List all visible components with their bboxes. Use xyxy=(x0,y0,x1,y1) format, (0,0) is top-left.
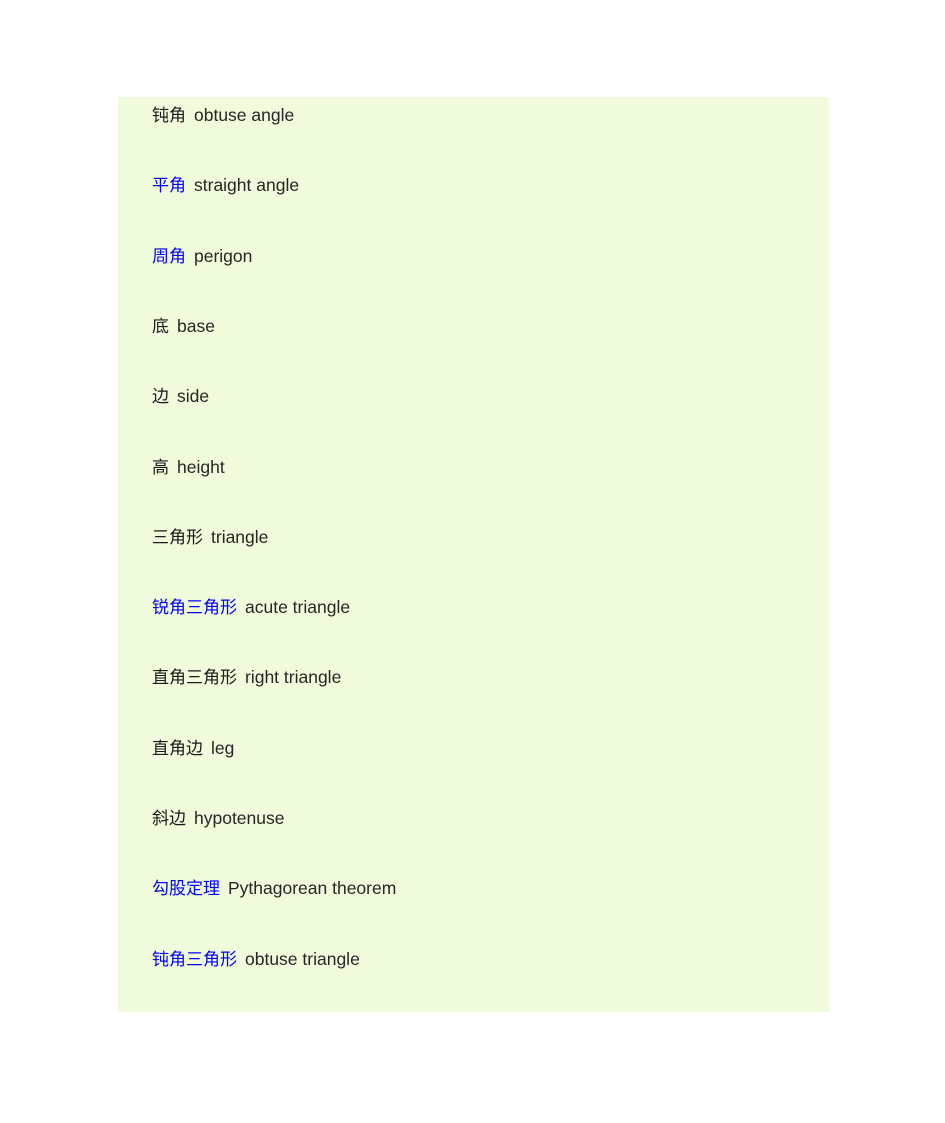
glossary-term-link[interactable]: 平角 xyxy=(152,176,186,196)
glossary-term: 直角边 xyxy=(152,738,203,759)
glossary-translation: right triangle xyxy=(245,667,342,688)
glossary-entry: 底 base xyxy=(152,313,215,339)
glossary-entry: 高 height xyxy=(152,454,225,480)
glossary-translation: obtuse triangle xyxy=(245,948,360,969)
glossary-translation: Pythagorean theorem xyxy=(228,878,397,899)
glossary-entry: 直角三角形 right triangle xyxy=(152,664,341,690)
glossary-entry: 锐角三角形 acute triangle xyxy=(152,594,350,620)
glossary-entry: 钝角 obtuse angle xyxy=(152,102,294,128)
glossary-term: 高 xyxy=(152,457,169,478)
glossary-entry: 斜边 hypotenuse xyxy=(152,805,285,831)
glossary-entry: 边 side xyxy=(152,383,209,409)
glossary-term: 钝角 xyxy=(152,106,186,126)
glossary-translation: straight angle xyxy=(194,175,300,196)
glossary-translation: triangle xyxy=(211,526,269,547)
glossary-translation: obtuse angle xyxy=(194,105,295,125)
glossary-entry: 勾股定理 Pythagorean theorem xyxy=(152,875,396,901)
glossary-entry: 直角边 leg xyxy=(152,735,234,761)
glossary-term-link[interactable]: 锐角三角形 xyxy=(152,598,237,618)
glossary-term-link[interactable]: 钝角三角形 xyxy=(152,950,237,970)
glossary-term-link[interactable]: 勾股定理 xyxy=(152,879,220,899)
glossary-entry: 三角形 triangle xyxy=(152,524,268,550)
glossary-translation: acute triangle xyxy=(245,597,351,618)
glossary-entry: 平角 straight angle xyxy=(152,172,299,198)
glossary-term: 三角形 xyxy=(152,527,203,548)
glossary-term: 直角三角形 xyxy=(152,668,237,689)
glossary-term: 边 xyxy=(152,387,169,408)
glossary-term: 斜边 xyxy=(152,809,186,829)
glossary-translation: hypotenuse xyxy=(194,808,285,828)
page-root: 钝角 obtuse angle 平角 straight angle 周角 perigon 底… xyxy=(0,0,945,1123)
glossary-translation: base xyxy=(177,315,215,336)
glossary-term-link[interactable]: 周角 xyxy=(152,247,186,267)
glossary-translation: side xyxy=(177,386,210,407)
glossary-translation: perigon xyxy=(194,245,253,266)
glossary-translation: leg xyxy=(211,737,235,758)
glossary-entry: 钝角三角形 obtuse triangle xyxy=(152,946,360,972)
glossary-panel: 钝角 obtuse angle 平角 straight angle 周角 perigon 底… xyxy=(118,97,829,1012)
glossary-term: 底 xyxy=(152,316,169,337)
glossary-translation: height xyxy=(177,456,225,477)
glossary-entry: 周角 perigon xyxy=(152,243,252,269)
